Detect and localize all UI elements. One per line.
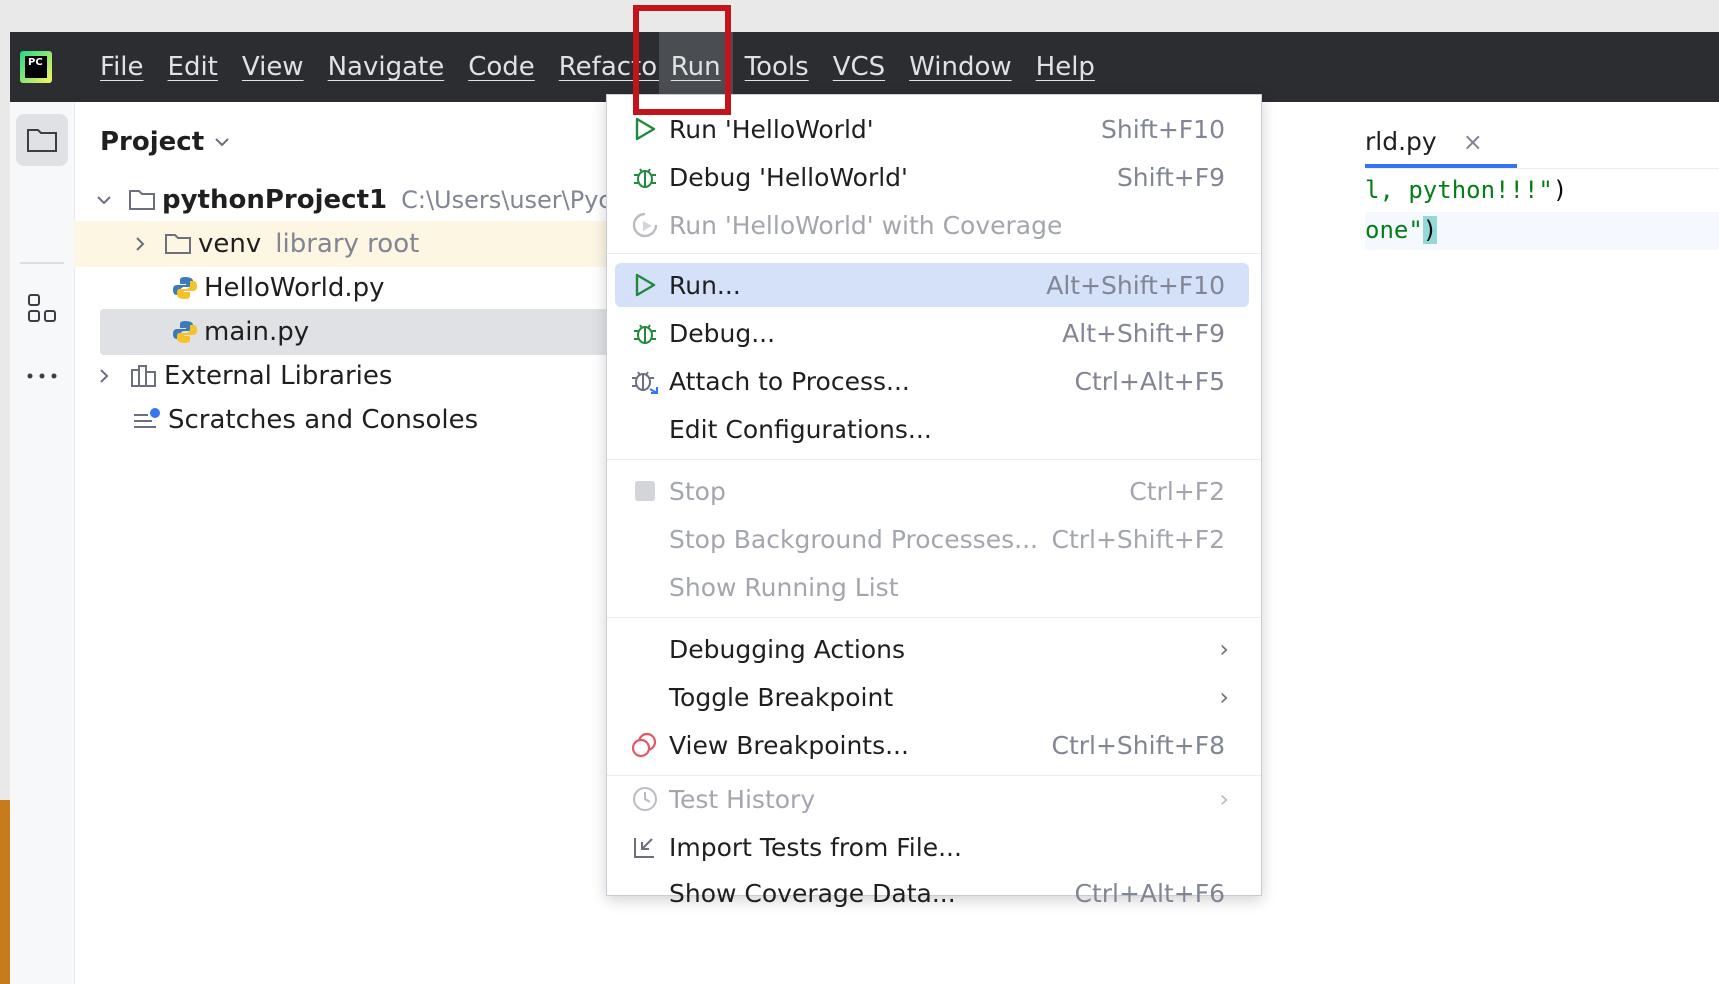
menu-file[interactable]: File	[88, 32, 156, 102]
menu-item-stop[interactable]: Stop Ctrl+F2	[615, 469, 1249, 513]
file-name: main.py	[204, 317, 310, 347]
python-file-icon	[172, 319, 198, 345]
import-icon	[627, 834, 663, 860]
scratches-label: Scratches and Consoles	[168, 405, 479, 435]
editor-tab-label: rld.py	[1365, 127, 1437, 156]
close-icon[interactable]: ×	[1463, 128, 1483, 156]
ide-window: PC File Edit View Navigate Code Refactor…	[10, 32, 1719, 984]
clock-icon	[627, 785, 663, 813]
structure-tool-button[interactable]	[16, 282, 68, 334]
menu-item-view-breakpoints[interactable]: View Breakpoints... Ctrl+Shift+F8	[615, 723, 1249, 767]
file-name: HelloWorld.py	[204, 273, 385, 303]
menu-bar: PC File Edit View Navigate Code Refactor…	[10, 32, 1719, 102]
code-line-2[interactable]: one")	[1365, 216, 1438, 244]
run-icon	[627, 272, 663, 298]
strip-divider	[20, 262, 64, 264]
venv-name: venv	[198, 229, 262, 259]
breakpoints-icon	[627, 731, 663, 759]
menu-item-stop-background[interactable]: Stop Background Processes... Ctrl+Shift+…	[615, 517, 1249, 561]
menu-window[interactable]: Window	[897, 32, 1024, 102]
menu-item-edit-configurations[interactable]: Edit Configurations...	[615, 407, 1249, 451]
project-tool-button[interactable]	[16, 114, 68, 166]
menu-item-import-tests[interactable]: Import Tests from File...	[615, 825, 1249, 869]
chevron-right-icon[interactable]	[130, 236, 150, 252]
folder-icon	[128, 188, 156, 212]
menu-tools[interactable]: Tools	[733, 32, 821, 102]
highlight-annotation-box	[633, 5, 731, 115]
more-tools-button[interactable]	[16, 350, 68, 402]
menu-separator	[607, 253, 1261, 254]
editor-tab-bar-border	[1365, 168, 1719, 169]
python-file-icon	[172, 275, 198, 301]
coverage-icon	[627, 211, 663, 239]
code-line-1[interactable]: l, python!!!")	[1365, 176, 1567, 204]
menu-item-show-coverage-data[interactable]: Show Coverage Data... Ctrl+Alt+F6	[615, 871, 1249, 915]
menu-item-debug-ellipsis[interactable]: Debug... Alt+Shift+F9	[615, 311, 1249, 355]
chevron-right-icon: ›	[1219, 785, 1229, 813]
chevron-right-icon[interactable]	[94, 368, 114, 384]
project-root-name: pythonProject1	[162, 185, 388, 215]
pycharm-logo-icon[interactable]: PC	[20, 51, 52, 83]
menu-item-run-with-coverage[interactable]: Run 'HelloWorld' with Coverage	[615, 203, 1249, 247]
venv-hint: library root	[275, 229, 420, 259]
chevron-down-icon[interactable]	[94, 195, 114, 205]
menu-item-run-ellipsis[interactable]: Run... Alt+Shift+F10	[615, 263, 1249, 307]
menu-item-toggle-breakpoint[interactable]: Toggle Breakpoint ›	[615, 675, 1249, 719]
chevron-right-icon: ›	[1219, 683, 1229, 711]
folder-icon	[164, 232, 192, 256]
menu-item-show-running-list[interactable]: Show Running List	[615, 565, 1249, 609]
active-tab-indicator	[1365, 164, 1517, 168]
run-menu-dropdown: Run 'HelloWorld' Shift+F10 Debug 'HelloW…	[606, 94, 1262, 908]
project-title: Project	[100, 127, 205, 157]
run-icon	[627, 116, 663, 142]
menu-separator	[607, 459, 1261, 460]
menu-vcs[interactable]: VCS	[821, 32, 897, 102]
menu-item-test-history[interactable]: Test History ›	[615, 777, 1249, 821]
debug-bug-icon	[627, 319, 663, 347]
menu-separator	[607, 775, 1261, 776]
tool-window-strip	[10, 102, 75, 984]
menu-item-debugging-actions[interactable]: Debugging Actions ›	[615, 627, 1249, 671]
menu-help[interactable]: Help	[1024, 32, 1107, 102]
menu-view[interactable]: View	[230, 32, 316, 102]
more-horizontal-icon	[27, 373, 57, 379]
chevron-right-icon: ›	[1219, 635, 1229, 663]
folder-icon	[27, 129, 57, 152]
chevron-down-icon	[215, 138, 229, 147]
menu-navigate[interactable]: Navigate	[316, 32, 457, 102]
project-panel-header[interactable]: Project	[100, 127, 230, 157]
external-libraries-label: External Libraries	[164, 361, 393, 391]
stop-icon	[627, 479, 663, 503]
library-icon	[130, 364, 158, 388]
structure-icon	[28, 294, 56, 322]
attach-bug-icon	[627, 367, 663, 395]
menu-separator	[607, 617, 1261, 618]
scratches-icon	[132, 407, 162, 433]
menu-code[interactable]: Code	[456, 32, 547, 102]
menu-item-debug-helloworld[interactable]: Debug 'HelloWorld' Shift+F9	[615, 155, 1249, 199]
menu-edit[interactable]: Edit	[156, 32, 230, 102]
menu-item-attach-to-process[interactable]: Attach to Process... Ctrl+Alt+F5	[615, 359, 1249, 403]
editor-tab-helloworld[interactable]: rld.py ×	[1365, 127, 1483, 156]
background-edge	[0, 800, 10, 984]
debug-bug-icon	[627, 163, 663, 191]
